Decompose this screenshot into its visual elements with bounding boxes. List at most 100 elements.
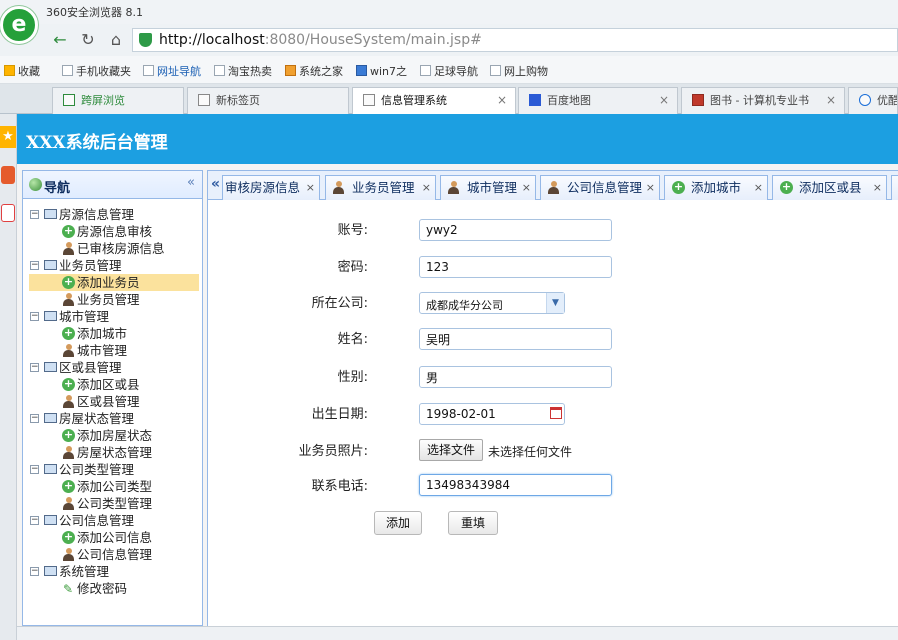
collapse-icon[interactable]: « <box>187 175 195 190</box>
birthdate-input[interactable] <box>419 403 565 425</box>
nav-group-label: 系统管理 <box>59 564 110 579</box>
nav-item[interactable]: 已审核房源信息 <box>29 240 199 257</box>
close-icon[interactable]: × <box>422 176 431 200</box>
nav-group[interactable]: − 城市管理 <box>29 308 199 325</box>
browser-tab[interactable]: 优酷 <box>848 87 898 114</box>
bookmark-item[interactable]: win7之 <box>356 63 407 79</box>
nav-item-label: 业务员管理 <box>77 292 140 307</box>
nav-group[interactable]: − 公司类型管理 <box>29 461 199 478</box>
content-tab[interactable]: + 添加区或县 × <box>772 175 887 201</box>
user-icon <box>63 395 74 408</box>
collapse-toggle-icon[interactable]: − <box>30 210 39 219</box>
close-icon[interactable]: × <box>659 88 669 113</box>
user-icon <box>333 181 344 194</box>
bookmark-item[interactable]: 网址导航 <box>143 63 201 79</box>
home-icon[interactable]: ⌂ <box>106 30 126 50</box>
birthdate-field[interactable] <box>419 403 565 425</box>
close-icon[interactable]: × <box>826 88 836 113</box>
nav-group[interactable]: − 系统管理 <box>29 563 199 580</box>
browser-tab[interactable]: 百度地图 × <box>518 87 678 114</box>
user-icon <box>63 293 74 306</box>
nav-item[interactable]: + 添加公司信息 <box>29 529 199 546</box>
browser-tab[interactable]: 图书 - 计算机专业书 × <box>681 87 845 114</box>
content-tab[interactable]: 审核房源信息 × <box>222 175 320 201</box>
windows-icon <box>285 65 296 76</box>
collapse-toggle-icon[interactable]: − <box>30 312 39 321</box>
nav-item[interactable]: + 添加公司类型 <box>29 478 199 495</box>
close-icon[interactable]: × <box>754 176 763 200</box>
nav-item[interactable]: + 添加区或县 <box>29 376 199 393</box>
close-icon[interactable]: × <box>497 88 507 113</box>
company-select[interactable]: 成都成华分公司 ▼ <box>419 292 565 314</box>
bookmark-item[interactable]: 系统之家 <box>285 63 343 79</box>
nav-group[interactable]: − 房源信息管理 <box>29 206 199 223</box>
close-icon[interactable]: × <box>306 176 315 200</box>
weibo-icon[interactable] <box>1 166 15 184</box>
nav-item[interactable]: 业务员管理 <box>29 291 199 308</box>
user-icon <box>63 548 74 561</box>
content-tab[interactable]: 城市管理 × <box>440 175 536 201</box>
choose-file-button[interactable]: 选择文件 <box>419 439 484 461</box>
browser-tab[interactable]: 新标签页 <box>187 87 349 114</box>
user-icon <box>63 344 74 357</box>
nav-item[interactable]: 区或县管理 <box>29 393 199 410</box>
nav-item-label: 添加房屋状态 <box>77 428 153 443</box>
collapse-toggle-icon[interactable]: − <box>30 465 39 474</box>
nav-item[interactable]: 城市管理 <box>29 342 199 359</box>
name-input[interactable] <box>419 328 612 350</box>
add-icon: + <box>62 224 75 238</box>
nav-group[interactable]: − 区或县管理 <box>29 359 199 376</box>
content-tab[interactable]: 业务员管理 × <box>325 175 436 201</box>
collapse-toggle-icon[interactable]: − <box>30 567 39 576</box>
close-icon[interactable]: × <box>522 176 531 200</box>
reset-button[interactable]: 重填 <box>448 511 498 535</box>
mail-icon[interactable] <box>1 204 15 222</box>
refresh-icon[interactable]: ↻ <box>78 30 98 50</box>
phone-input[interactable] <box>419 474 612 496</box>
bookmark-item[interactable]: 足球导航 <box>420 63 478 79</box>
add-button[interactable]: 添加 <box>374 511 422 535</box>
nav-item[interactable]: 房屋状态管理 <box>29 444 199 461</box>
nav-item[interactable]: + 添加房屋状态 <box>29 427 199 444</box>
nav-panel: 导航 « − 房源信息管理 + 房源信息审核 已审核房源信息 − 业务员管理 + 添加业务员 业务… <box>22 170 203 626</box>
browser-tab[interactable]: 跨屏浏览 <box>52 87 184 114</box>
content-tab[interactable]: 公司信息管理 × <box>540 175 660 201</box>
collapse-toggle-icon[interactable]: − <box>30 414 39 423</box>
nav-group-label: 房屋状态管理 <box>59 411 135 426</box>
nav-group-label: 业务员管理 <box>59 258 122 273</box>
close-icon[interactable]: × <box>873 176 882 200</box>
collapse-toggle-icon[interactable]: − <box>30 363 39 372</box>
bookmark-item[interactable]: 网上购物 <box>490 63 548 79</box>
content-tab[interactable] <box>891 175 898 201</box>
browser-tab-active[interactable]: 信息管理系统 × <box>352 87 516 115</box>
scroll-left-icon[interactable]: « <box>211 176 220 192</box>
nav-group[interactable]: − 房屋状态管理 <box>29 410 199 427</box>
nav-group[interactable]: − 业务员管理 <box>29 257 199 274</box>
add-icon: + <box>62 479 75 493</box>
gender-input[interactable] <box>419 366 612 388</box>
add-icon: + <box>672 180 685 194</box>
nav-item[interactable]: 公司信息管理 <box>29 546 199 563</box>
nav-group[interactable]: − 公司信息管理 <box>29 512 199 529</box>
close-icon[interactable]: × <box>646 176 655 200</box>
collapse-toggle-icon[interactable]: − <box>30 516 39 525</box>
nav-item-label: 添加区或县 <box>77 377 140 392</box>
chevron-down-icon: ▼ <box>546 293 564 313</box>
nav-item[interactable]: + 房源信息审核 <box>29 223 199 240</box>
bookmark-item[interactable]: 淘宝热卖 <box>214 63 272 79</box>
nav-item[interactable]: 公司类型管理 <box>29 495 199 512</box>
nav-group-label: 城市管理 <box>59 309 110 324</box>
back-icon[interactable]: ← <box>50 30 70 50</box>
calendar-icon[interactable] <box>550 407 562 419</box>
nav-item[interactable]: + 添加城市 <box>29 325 199 342</box>
bookmark-item[interactable]: 手机收藏夹 <box>62 63 131 79</box>
favorites-star-icon[interactable]: ★ <box>0 126 16 148</box>
content-tab[interactable]: + 添加城市 × <box>664 175 768 201</box>
collapse-toggle-icon[interactable]: − <box>30 261 39 270</box>
password-input[interactable] <box>419 256 612 278</box>
url-bar[interactable]: http://localhost:8080/HouseSystem/main.j… <box>132 28 898 52</box>
bookmark-item[interactable]: 收藏 <box>4 63 40 79</box>
nav-item[interactable]: + 添加业务员 <box>29 274 199 291</box>
nav-item[interactable]: ✎ 修改密码 <box>29 580 199 597</box>
account-input[interactable] <box>419 219 612 241</box>
